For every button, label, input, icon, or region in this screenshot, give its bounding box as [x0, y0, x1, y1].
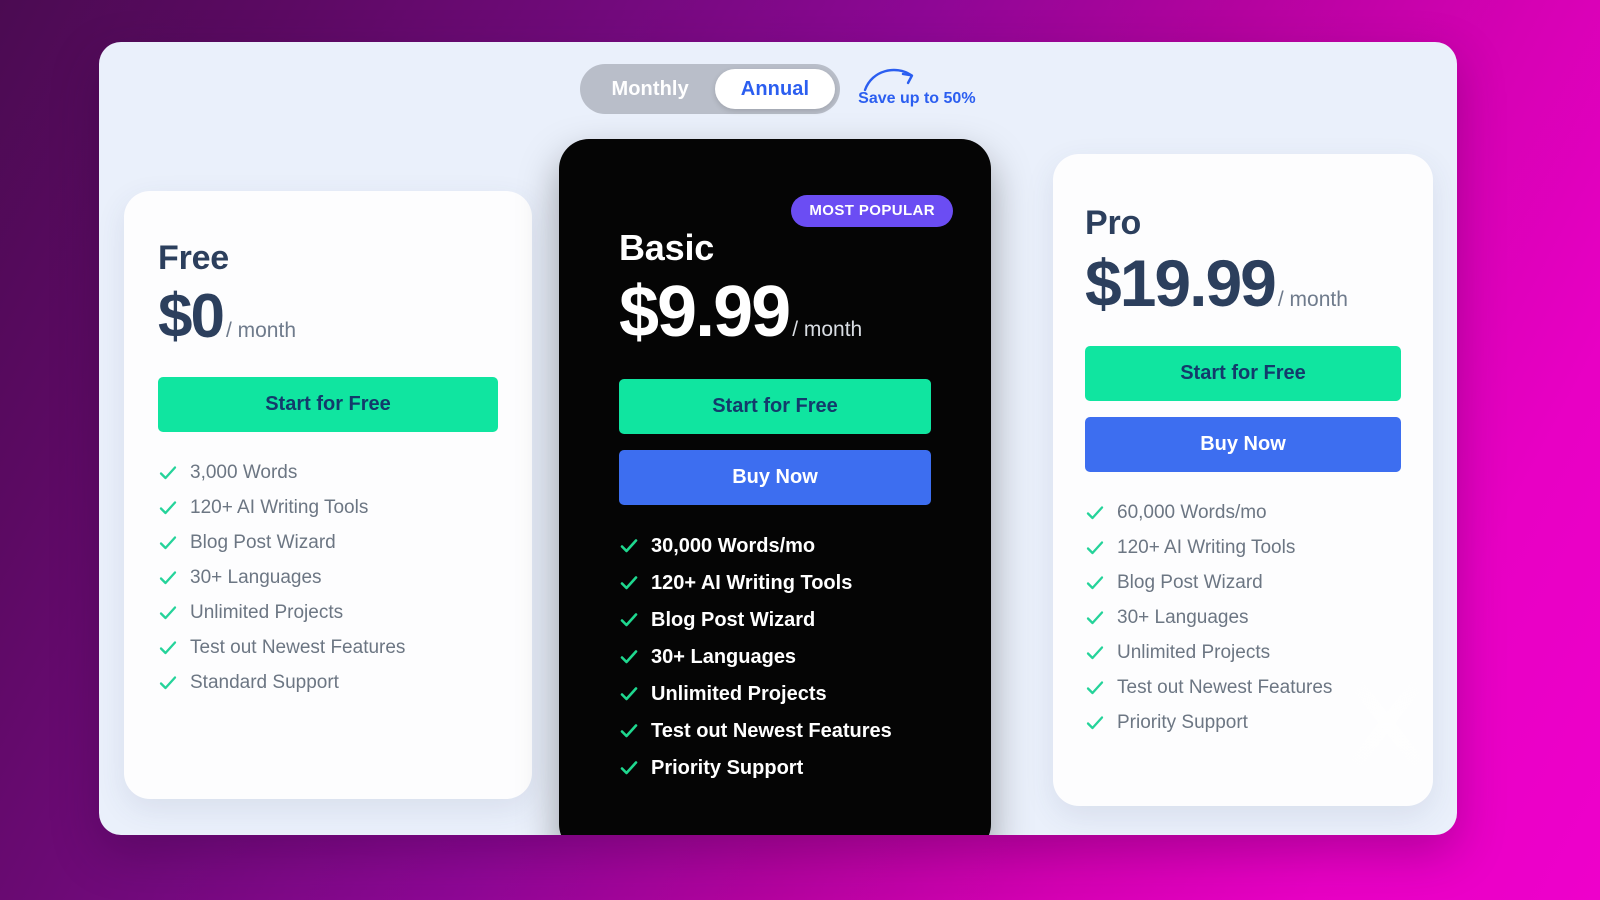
check-icon	[1085, 643, 1105, 663]
price-row: $19.99 / month	[1085, 246, 1401, 320]
feature-label: 30+ Languages	[1117, 607, 1249, 629]
billing-toggle[interactable]: Monthly Annual	[580, 64, 841, 114]
feature-label: 30,000 Words/mo	[651, 534, 816, 557]
feature-label: Blog Post Wizard	[651, 608, 816, 631]
feature-label: 120+ AI Writing Tools	[651, 571, 853, 594]
feature-label: 30+ Languages	[190, 567, 322, 589]
list-item: 30+ Languages	[1085, 607, 1401, 629]
list-item: Standard Support	[158, 672, 498, 694]
list-item: Test out Newest Features	[1085, 677, 1401, 699]
feature-list: 30,000 Words/mo 120+ AI Writing Tools Bl…	[619, 535, 931, 780]
feature-label: Blog Post Wizard	[190, 532, 336, 554]
save-note: Save up to 50%	[858, 68, 976, 108]
billing-toggle-row: Monthly Annual Save up to 50%	[99, 64, 1457, 114]
plan-name: Free	[158, 239, 230, 277]
list-item: Blog Post Wizard	[158, 532, 498, 554]
list-item: Blog Post Wizard	[619, 609, 931, 632]
plan-price: $19.99	[1085, 246, 1277, 320]
check-icon	[158, 498, 178, 518]
list-item: 30,000 Words/mo	[619, 535, 931, 558]
list-item: 120+ AI Writing Tools	[619, 572, 931, 595]
plan-price: $9.99	[619, 272, 791, 352]
list-item: Test out Newest Features	[619, 720, 931, 743]
buy-now-button[interactable]: Buy Now	[619, 449, 931, 505]
price-row: $9.99 / month	[619, 272, 931, 352]
list-item: 30+ Languages	[619, 646, 931, 669]
start-for-free-button[interactable]: Start for Free	[619, 378, 931, 434]
feature-list: 3,000 Words 120+ AI Writing Tools Blog P…	[158, 462, 498, 694]
toggle-option-annual[interactable]: Annual	[714, 69, 836, 109]
check-icon	[619, 610, 639, 630]
status-badge: MOST POPULAR	[791, 195, 953, 227]
check-icon	[619, 684, 639, 704]
check-icon	[158, 603, 178, 623]
plan-period: / month	[792, 318, 863, 341]
buy-now-button[interactable]: Buy Now	[1085, 417, 1401, 473]
list-item: Priority Support	[1085, 712, 1401, 734]
feature-label: Unlimited Projects	[190, 602, 344, 624]
list-item: Unlimited Projects	[1085, 642, 1401, 664]
feature-label: 120+ AI Writing Tools	[1117, 537, 1296, 559]
list-item: Unlimited Projects	[619, 683, 931, 706]
pricing-panel: Monthly Annual Save up to 50% Free $0 / …	[99, 42, 1457, 835]
list-item: 120+ AI Writing Tools	[158, 497, 498, 519]
toggle-option-monthly[interactable]: Monthly	[585, 69, 714, 109]
start-for-free-button[interactable]: Start for Free	[158, 377, 498, 433]
feature-label: 120+ AI Writing Tools	[190, 497, 369, 519]
pricing-card-pro: Pro $19.99 / month Start for Free Buy No…	[1053, 154, 1433, 806]
check-icon	[1085, 573, 1105, 593]
feature-label: Test out Newest Features	[1117, 677, 1333, 699]
feature-label: 60,000 Words/mo	[1117, 502, 1267, 524]
check-icon	[619, 758, 639, 778]
plan-name: Pro	[1085, 204, 1142, 242]
list-item: 30+ Languages	[158, 567, 498, 589]
price-row: $0 / month	[158, 284, 498, 349]
list-item: Blog Post Wizard	[1085, 572, 1401, 594]
feature-label: Priority Support	[1117, 712, 1248, 734]
list-item: 60,000 Words/mo	[1085, 502, 1401, 524]
check-icon	[158, 638, 178, 658]
check-icon	[158, 533, 178, 553]
plan-period: / month	[225, 319, 297, 342]
check-icon	[619, 721, 639, 741]
list-item: Test out Newest Features	[158, 637, 498, 659]
pricing-card-basic: MOST POPULAR Basic $9.99 / month Start f…	[559, 139, 991, 835]
feature-label: 3,000 Words	[190, 462, 298, 484]
feature-label: Blog Post Wizard	[1117, 572, 1263, 594]
check-icon	[619, 536, 639, 556]
check-icon	[1085, 538, 1105, 558]
curved-arrow-icon	[862, 63, 920, 102]
feature-label: Standard Support	[190, 672, 339, 694]
check-icon	[619, 647, 639, 667]
feature-label: Unlimited Projects	[651, 682, 827, 705]
check-icon	[158, 463, 178, 483]
feature-list: 60,000 Words/mo 120+ AI Writing Tools Bl…	[1085, 502, 1401, 734]
plan-price: $0	[158, 282, 225, 351]
feature-label: Priority Support	[651, 756, 804, 779]
check-icon	[1085, 678, 1105, 698]
check-icon	[1085, 713, 1105, 733]
list-item: 3,000 Words	[158, 462, 498, 484]
list-item: Unlimited Projects	[158, 602, 498, 624]
plan-name: Basic	[619, 227, 715, 268]
check-icon	[1085, 608, 1105, 628]
feature-label: 30+ Languages	[651, 645, 797, 668]
check-icon	[158, 568, 178, 588]
pricing-card-free: Free $0 / month Start for Free 3,000 Wor…	[124, 191, 532, 799]
feature-label: Test out Newest Features	[190, 637, 406, 659]
list-item: 120+ AI Writing Tools	[1085, 537, 1401, 559]
check-icon	[1085, 503, 1105, 523]
check-icon	[158, 673, 178, 693]
list-item: Priority Support	[619, 757, 931, 780]
feature-label: Unlimited Projects	[1117, 642, 1271, 664]
plan-period: / month	[1277, 288, 1348, 311]
feature-label: Test out Newest Features	[651, 719, 892, 742]
check-icon	[619, 573, 639, 593]
start-for-free-button[interactable]: Start for Free	[1085, 346, 1401, 402]
